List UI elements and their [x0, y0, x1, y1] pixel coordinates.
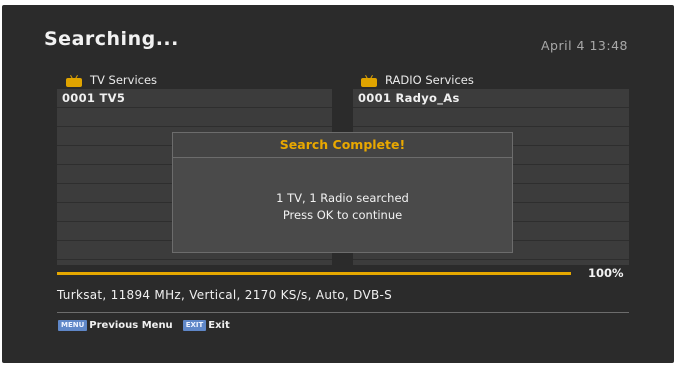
transponder-info: Turksat, 11894 MHz, Vertical, 2170 KS/s,… — [57, 288, 393, 302]
page-title: Searching... — [44, 28, 179, 50]
date-time: April 4 13:48 — [541, 38, 628, 53]
progress-percent: 100% — [588, 266, 624, 280]
exit-hint[interactable]: EXIT Exit — [182, 320, 230, 331]
exit-key-icon: EXIT — [182, 320, 207, 331]
search-complete-dialog: Search Complete! 1 TV, 1 Radio searched … — [172, 132, 513, 253]
radio-services-header: RADIO Services — [361, 72, 474, 88]
tv-icon — [66, 74, 82, 87]
divider — [57, 312, 629, 313]
tv-services-header: TV Services — [66, 72, 157, 88]
dialog-message: 1 TV, 1 Radio searched Press OK to conti… — [173, 158, 512, 224]
tv-services-label: TV Services — [90, 73, 158, 87]
list-item[interactable]: 0001 Radyo_As — [353, 89, 629, 108]
dialog-summary: 1 TV, 1 Radio searched — [276, 191, 409, 205]
menu-key-icon: MENU — [58, 320, 88, 331]
progress-fill — [57, 272, 571, 275]
radio-icon — [361, 74, 377, 87]
previous-menu-hint[interactable]: MENU Previous Menu — [58, 320, 173, 331]
dialog-instruction: Press OK to continue — [282, 208, 403, 222]
search-progress-bar — [57, 272, 571, 275]
list-item[interactable]: 0001 TV5 — [57, 89, 332, 108]
previous-menu-label: Previous Menu — [89, 320, 173, 331]
radio-services-label: RADIO Services — [385, 73, 474, 87]
dialog-title: Search Complete! — [173, 133, 512, 158]
footer-hints: MENU Previous Menu EXIT Exit — [58, 320, 234, 331]
exit-label: Exit — [208, 320, 230, 331]
tv-screen: Searching... April 4 13:48 TV Services 0… — [2, 5, 674, 363]
